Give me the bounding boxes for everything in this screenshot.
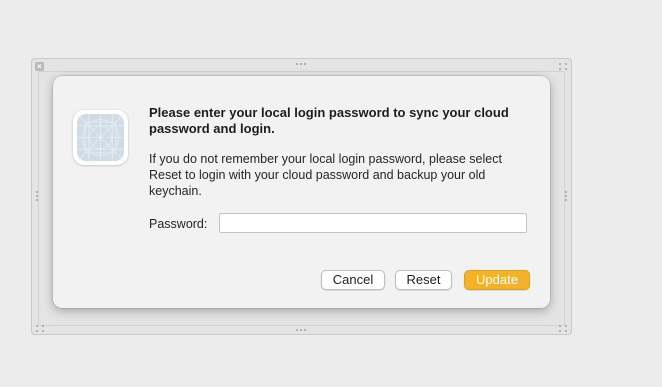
resize-handle-top-dot: [304, 63, 306, 65]
resize-handle-bottom-right-dot: [565, 325, 567, 327]
resize-handle-bottom-right-dot: [565, 330, 567, 332]
reset-button[interactable]: Reset: [395, 270, 452, 290]
resize-handle-right-dot: [565, 195, 567, 197]
close-icon[interactable]: ×: [35, 62, 44, 71]
resize-handle-bottom-left-dot: [42, 330, 44, 332]
resize-handle-top-right-dot: [565, 63, 567, 65]
resize-handle-right[interactable]: [565, 191, 567, 193]
password-dialog: Please enter your local login password t…: [53, 76, 550, 308]
resize-handle-bottom-right[interactable]: [559, 325, 561, 327]
resize-handle-left-dot: [36, 195, 38, 197]
password-label: Password:: [149, 217, 208, 231]
resize-handle-bottom-left-dot: [42, 325, 44, 327]
resize-handle-left[interactable]: [36, 191, 38, 193]
resize-handle-right-dot: [565, 199, 567, 201]
resize-handle-bottom-dot: [304, 329, 306, 331]
update-button[interactable]: Update: [464, 270, 530, 290]
app-placeholder-icon: [73, 110, 128, 165]
password-field[interactable]: [219, 213, 527, 233]
dialog-title: Please enter your local login password t…: [149, 105, 509, 136]
resize-handle-top[interactable]: [296, 63, 298, 65]
canvas: × Please enter your local login password…: [0, 0, 662, 387]
resize-handle-left-dot: [36, 199, 38, 201]
app-icon-grid-graphic: [77, 114, 124, 161]
cancel-button[interactable]: Cancel: [321, 270, 385, 290]
resize-handle-bottom-left-dot: [36, 330, 38, 332]
resize-handle-bottom-right-dot: [559, 330, 561, 332]
resize-handle-top-dot: [300, 63, 302, 65]
resize-handle-top-right-dot: [559, 68, 561, 70]
resize-handle-bottom-left[interactable]: [36, 325, 38, 327]
resize-handle-top-right[interactable]: [559, 63, 561, 65]
resize-handle-bottom-dot: [300, 329, 302, 331]
resize-handle-bottom[interactable]: [296, 329, 298, 331]
dialog-message: If you do not remember your local login …: [149, 152, 502, 198]
resize-handle-top-right-dot: [565, 68, 567, 70]
